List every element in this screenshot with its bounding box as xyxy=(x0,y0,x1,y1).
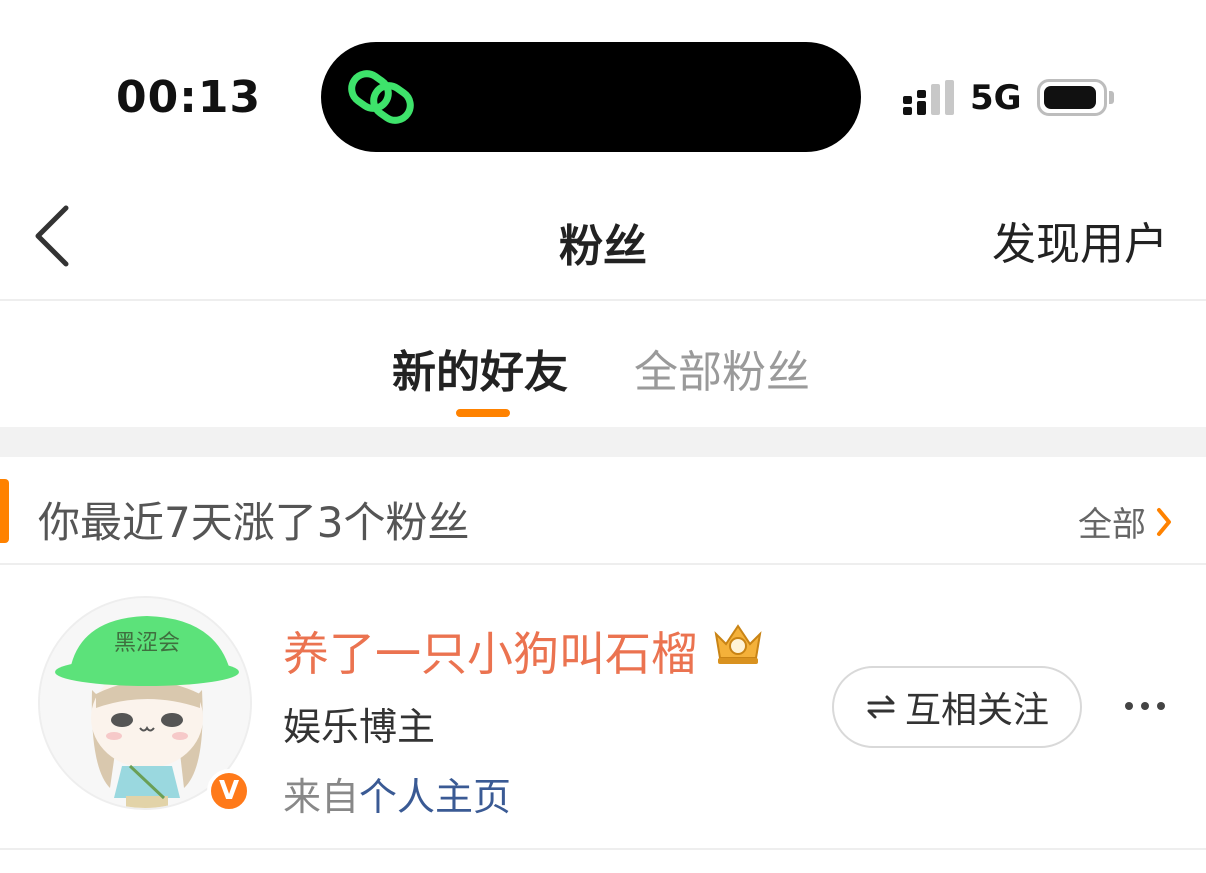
chevron-right-icon xyxy=(1157,507,1171,536)
section-title: 你最近7天涨了3个粉丝 xyxy=(38,498,470,547)
follow-source: 来自个人主页 xyxy=(283,766,511,821)
crown-icon xyxy=(714,624,762,664)
v-badge-icon: V xyxy=(207,769,251,813)
tab-bar: 新的好友 全部粉丝 xyxy=(0,302,1206,427)
network-label: 5G xyxy=(970,78,1022,118)
discover-users-link[interactable]: 发现用户 xyxy=(992,208,1168,272)
more-options-button[interactable] xyxy=(1120,684,1170,728)
mutual-follow-button[interactable]: 互相关注 xyxy=(832,666,1082,748)
active-tab-indicator xyxy=(456,409,510,417)
dynamic-island[interactable] xyxy=(321,42,861,152)
user-category: 娱乐博主 xyxy=(283,705,436,749)
see-all-link[interactable]: 全部 xyxy=(1078,497,1172,546)
battery-icon xyxy=(1037,79,1107,116)
battery-cap xyxy=(1109,91,1114,104)
user-name[interactable]: 养了一只小狗叫石榴 xyxy=(283,618,697,684)
mutual-arrows-icon xyxy=(867,695,895,719)
source-link[interactable]: 个人主页 xyxy=(359,775,511,819)
link-rings-icon xyxy=(348,70,414,124)
signal-icon xyxy=(903,80,954,115)
mutual-follow-label: 互相关注 xyxy=(904,690,1049,731)
avatar-cap-text: 黑涩会 xyxy=(114,631,180,656)
section-marker xyxy=(0,479,9,543)
status-time: 00:13 xyxy=(116,72,262,123)
list-item[interactable]: 黑涩会 V 养了一只小狗叫石榴 娱乐博主 来自个人主页 互相关注 xyxy=(0,566,1206,850)
more-dots-icon xyxy=(1125,702,1165,710)
section-divider xyxy=(0,427,1206,457)
nav-bar: 粉丝 发现用户 xyxy=(0,170,1206,301)
see-all-label: 全部 xyxy=(1078,505,1146,545)
status-bar: 00:13 5G xyxy=(0,0,1206,160)
tab-all-fans[interactable]: 全部粉丝 xyxy=(634,336,810,400)
tab-new-friends[interactable]: 新的好友 xyxy=(392,336,568,400)
section-header: 你最近7天涨了3个粉丝 全部 xyxy=(0,457,1206,565)
source-prefix: 来自 xyxy=(283,775,360,819)
